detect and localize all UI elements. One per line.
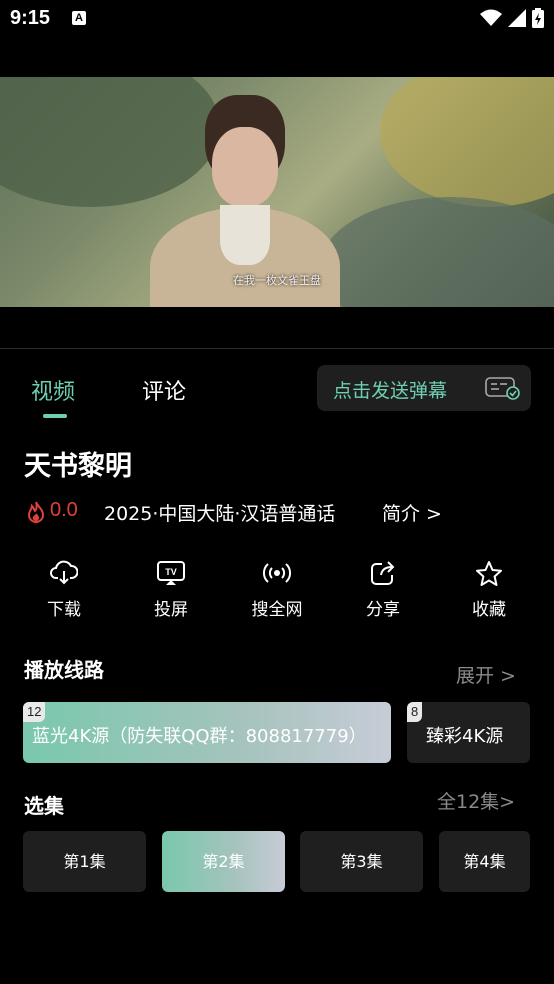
route-name: 蓝光4K源（防失联QQ群：808817779） [32,726,367,747]
svg-text:TV: TV [165,567,177,577]
intro-link[interactable]: 简介 > [382,499,442,526]
score: 0.0 [50,499,78,521]
divider [0,348,554,349]
search-web-label: 搜全网 [251,600,303,620]
route-count-badge: 8 [407,702,423,722]
download-label: 下载 [47,600,81,620]
status-time: 9:15 [10,7,51,29]
status-bar: 9:15 A [0,0,554,40]
episodes-all-link[interactable]: 全12集> [437,787,515,814]
fire-icon [26,501,46,527]
download-button[interactable]: 下载 [24,560,104,620]
share-icon [371,561,395,585]
wifi-icon [480,9,502,26]
status-icons [480,8,544,28]
cast-button[interactable]: TV 投屏 [131,560,211,620]
tab-video[interactable]: 视频 [31,374,75,406]
signal-icon [508,9,526,27]
star-icon [476,561,502,586]
search-web-button[interactable]: 搜全网 [237,560,317,620]
video-subtitle: 在我一枚文雀王盘 [233,274,321,287]
share-label: 分享 [366,600,400,620]
send-danmaku-button[interactable]: 点击发送弹幕 [317,365,531,411]
meta-row: 0.0 2025·中国大陆·汉语普通话 简介 > [24,497,544,527]
cast-label: 投屏 [154,600,188,620]
episode-item[interactable]: 第3集 [300,831,423,892]
favorite-button[interactable]: 收藏 [449,560,529,620]
route-item[interactable]: 8 臻彩4K源 [407,702,530,763]
tab-indicator [43,414,67,418]
notification-icon: A [72,11,86,25]
show-title: 天书黎明 [24,451,132,482]
danmaku-settings-icon[interactable] [485,376,521,404]
video-player[interactable]: 在我一枚文雀王盘 [0,77,554,307]
download-icon [50,560,78,585]
danmaku-label: 点击发送弹幕 [333,380,448,402]
favorite-label: 收藏 [472,600,506,620]
tab-comment[interactable]: 评论 [142,374,186,406]
routes-title: 播放线路 [24,658,104,682]
episode-item[interactable]: 第4集 [439,831,530,892]
share-button[interactable]: 分享 [343,560,423,620]
episodes-title: 选集 [24,794,64,818]
battery-icon [532,8,544,28]
routes-expand-link[interactable]: 展开 > [456,661,516,688]
episode-item-selected[interactable]: 第2集 [162,831,285,892]
broadcast-icon [262,563,292,583]
meta-info: 2025·中国大陆·汉语普通话 [104,503,336,525]
route-item[interactable]: 12 蓝光4K源（防失联QQ群：808817779） [23,702,391,763]
tv-cast-icon: TV [157,561,185,585]
episode-item[interactable]: 第1集 [23,831,146,892]
route-count-badge: 12 [23,702,46,722]
route-name: 臻彩4K源 [426,726,504,747]
